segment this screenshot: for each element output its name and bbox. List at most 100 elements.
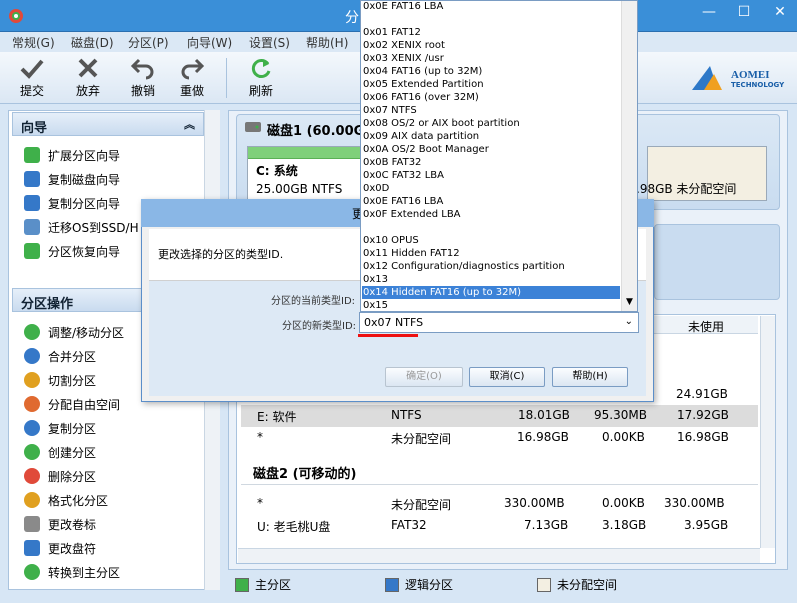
- op-copy-partition[interactable]: 复制分区: [24, 418, 96, 438]
- dropdown-option[interactable]: 0x13: [362, 273, 620, 286]
- cell-free: 24.91GB: [676, 387, 728, 401]
- dropdown-option[interactable]: 0x02 XENIX root: [362, 39, 620, 52]
- minimize-button[interactable]: —: [692, 0, 726, 24]
- op-merge[interactable]: 合并分区: [24, 346, 96, 366]
- op-change-letter[interactable]: 更改盘符: [24, 538, 96, 558]
- dropdown-option[interactable]: 0x0E FAT16 LBA: [362, 195, 620, 208]
- chevron-down-icon[interactable]: ⌄: [625, 316, 633, 327]
- dropdown-option[interactable]: 0x0B FAT32: [362, 156, 620, 169]
- op-item-label: 分配自由空间: [48, 397, 121, 412]
- partition-c-block[interactable]: C: 系统 25.00GB NTFS: [247, 146, 363, 201]
- copy-disk-icon: [24, 171, 40, 187]
- copy-icon: [24, 420, 40, 436]
- current-type-label: 分区的当前类型ID:: [271, 296, 356, 307]
- op-item-label: 更改卷标: [48, 517, 97, 532]
- legend-logical: 逻辑分区: [385, 576, 453, 593]
- op-convert-primary[interactable]: 转换到主分区: [24, 562, 120, 582]
- convert-icon: [24, 564, 40, 580]
- wizard-copy-partition[interactable]: 复制分区向导: [24, 193, 120, 213]
- redo-icon: [181, 58, 205, 80]
- help-button[interactable]: 帮助(H): [552, 367, 628, 387]
- menu-disk[interactable]: 磁盘(D): [71, 34, 114, 51]
- table-row[interactable]: * 未分配空间 16.98GB 0.00KB 16.98GB: [241, 427, 758, 449]
- dropdown-option[interactable]: 0x06 FAT16 (over 32M): [362, 91, 620, 104]
- dropdown-option[interactable]: 0x10 OPUS: [362, 234, 620, 247]
- op-delete-partition[interactable]: 删除分区: [24, 466, 96, 486]
- op-format[interactable]: 格式化分区: [24, 490, 108, 510]
- op-item-label: 格式化分区: [48, 493, 109, 508]
- dropdown-option[interactable]: 0x05 Extended Partition: [362, 78, 620, 91]
- disk2-title: 磁盘2 (可移动的): [253, 467, 357, 482]
- undo-label: 撤销: [130, 84, 155, 98]
- new-type-select[interactable]: 0x07 NTFS ⌄: [359, 312, 639, 333]
- dropdown-option[interactable]: 0x04 FAT16 (up to 32M): [362, 65, 620, 78]
- cancel-button[interactable]: 取消(C): [469, 367, 545, 387]
- wizard-migrate-os[interactable]: 迁移OS到SSD/H: [24, 217, 139, 237]
- op-change-label[interactable]: 更改卷标: [24, 514, 96, 534]
- ok-button[interactable]: 确定(O): [385, 367, 463, 387]
- dropdown-option[interactable]: 0x12 Configuration/diagnostics partition: [362, 260, 620, 273]
- refresh-button[interactable]: 刷新: [239, 56, 283, 100]
- col-unused-header[interactable]: 未使用: [688, 318, 724, 335]
- legend-primary: 主分区: [235, 576, 291, 593]
- table-vscrollbar[interactable]: [760, 316, 775, 548]
- discard-label: 放弃: [75, 84, 100, 98]
- wizard-copy-disk[interactable]: 复制磁盘向导: [24, 169, 120, 189]
- menu-partition[interactable]: 分区(P): [128, 34, 169, 51]
- dropdown-option[interactable]: [362, 221, 620, 234]
- dropdown-option[interactable]: 0x11 Hidden FAT12: [362, 247, 620, 260]
- dropdown-option[interactable]: 0x15: [362, 299, 620, 312]
- op-split[interactable]: 切割分区: [24, 370, 96, 390]
- dropdown-option[interactable]: 0x0D: [362, 182, 620, 195]
- wizard-section-header[interactable]: 向导 ︽: [12, 112, 204, 136]
- close-button[interactable]: ✕: [763, 0, 797, 24]
- op-item-label: 复制分区: [48, 421, 97, 436]
- table-row[interactable]: E: 软件 NTFS 18.01GB 95.30MB 17.92GB: [241, 405, 758, 427]
- maximize-button[interactable]: ☐: [727, 0, 761, 24]
- menu-help[interactable]: 帮助(H): [306, 34, 348, 51]
- dropdown-option[interactable]: 0x0F Extended LBA: [362, 208, 620, 221]
- op-resize-move[interactable]: 调整/移动分区: [24, 322, 124, 342]
- cell-capacity: 18.01GB: [518, 408, 570, 422]
- cell-used: 95.30MB: [594, 408, 647, 422]
- dropdown-option[interactable]: 0x0C FAT32 LBA: [362, 169, 620, 182]
- dropdown-scrollbar[interactable]: ▼: [621, 1, 637, 311]
- op-allocate-free[interactable]: 分配自由空间: [24, 394, 120, 414]
- cell-fs: FAT32: [391, 518, 427, 532]
- op-item-label: 创建分区: [48, 445, 97, 460]
- redo-label: 重做: [179, 84, 204, 98]
- dropdown-option[interactable]: 0x0E FAT16 LBA: [362, 0, 620, 13]
- red-underline: [358, 334, 418, 337]
- resize-icon: [24, 324, 40, 340]
- apply-button[interactable]: 提交: [10, 56, 54, 100]
- dropdown-option[interactable]: [362, 13, 620, 26]
- cell-free: 330.00MB: [664, 496, 725, 510]
- table-row[interactable]: * 未分配空间 330.00MB 0.00KB 330.00MB: [241, 493, 758, 515]
- menu-wizard[interactable]: 向导(W): [187, 34, 232, 51]
- menu-settings[interactable]: 设置(S): [249, 34, 290, 51]
- cell-capacity: 7.13GB: [524, 518, 569, 532]
- redo-button[interactable]: 重做: [170, 56, 214, 100]
- undo-button[interactable]: 撤销: [121, 56, 165, 100]
- dropdown-option[interactable]: 0x0A OS/2 Boot Manager: [362, 143, 620, 156]
- dropdown-option[interactable]: 0x14 Hidden FAT16 (up to 32M): [362, 286, 620, 299]
- cell-name: E: 软件: [257, 410, 297, 424]
- dropdown-option[interactable]: 0x09 AIX data partition: [362, 130, 620, 143]
- scroll-down-icon[interactable]: ▼: [626, 297, 633, 307]
- dialog-description: 更改选择的分区的类型ID.: [158, 248, 284, 261]
- table-row[interactable]: U: 老毛桃U盘 FAT32 7.13GB 3.18GB 3.95GB: [241, 515, 758, 537]
- collapse-icon[interactable]: ︽: [184, 116, 195, 132]
- discard-button[interactable]: 放弃: [66, 56, 110, 100]
- legend-swatch: [235, 577, 249, 592]
- wizard-item-label: 迁移OS到SSD/H: [48, 220, 139, 235]
- op-item-label: 调整/移动分区: [48, 325, 125, 340]
- op-create-partition[interactable]: 创建分区: [24, 442, 96, 462]
- dropdown-option[interactable]: 0x03 XENIX /usr: [362, 52, 620, 65]
- dropdown-option[interactable]: 0x01 FAT12: [362, 26, 620, 39]
- dropdown-option[interactable]: 0x07 NTFS: [362, 104, 620, 117]
- dropdown-option[interactable]: 0x08 OS/2 or AIX boot partition: [362, 117, 620, 130]
- table-hscrollbar[interactable]: [238, 548, 760, 563]
- menu-general[interactable]: 常规(G): [12, 34, 55, 51]
- wizard-extend-partition[interactable]: 扩展分区向导: [24, 145, 120, 165]
- wizard-recover-partition[interactable]: 分区恢复向导: [24, 241, 120, 261]
